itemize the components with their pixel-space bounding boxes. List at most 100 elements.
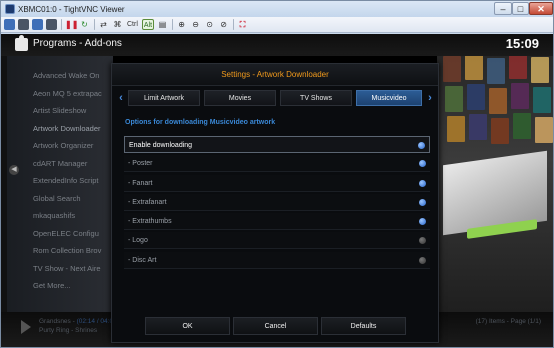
tab-musicvideo[interactable]: Musicvideo <box>356 90 422 106</box>
pause-icon[interactable]: ❚❚ <box>65 19 78 30</box>
option-logo[interactable]: - Logo <box>124 232 430 250</box>
fullscreen-icon[interactable]: ⛶ <box>237 19 248 30</box>
poster-image <box>533 87 551 113</box>
addons-puzzle-icon <box>15 35 28 51</box>
zoom-out-icon[interactable]: ⊖ <box>190 19 201 30</box>
refresh-icon[interactable]: ↻ <box>79 19 90 30</box>
poster-image <box>445 86 463 112</box>
poster-image <box>509 53 527 79</box>
dialog-title: Settings - Artwork Downloader <box>112 64 438 86</box>
poster-image <box>469 114 487 140</box>
list-item[interactable]: Artist Slideshow <box>33 102 113 120</box>
poster-image <box>491 118 509 144</box>
tightvnc-app-icon <box>5 4 15 14</box>
ctrl-alt-del-icon[interactable]: ⌘ <box>112 19 123 30</box>
tab-movies[interactable]: Movies <box>204 90 276 106</box>
list-item[interactable]: mkaquashifs <box>33 207 113 225</box>
radio-on-icon[interactable] <box>419 198 426 206</box>
chevron-left-icon[interactable]: ‹ <box>116 90 126 106</box>
alt-key-button[interactable]: Alt <box>141 19 155 30</box>
poster-image <box>443 56 461 82</box>
minimize-button[interactable]: – <box>494 2 512 15</box>
chevron-right-icon[interactable]: › <box>425 90 435 106</box>
maximize-button[interactable]: □ <box>512 2 529 15</box>
list-item[interactable]: TV Show - Next Aire <box>33 260 113 278</box>
transfer-icon[interactable]: ⇄ <box>98 19 109 30</box>
xbmc-header: Programs - Add-ons 15:09 <box>1 34 553 56</box>
radio-on-icon[interactable] <box>419 218 426 226</box>
defaults-button[interactable]: Defaults <box>321 317 406 335</box>
window-title: XBMC01:0 - TightVNC Viewer <box>18 4 125 14</box>
list-item[interactable]: cdART Manager <box>33 155 113 173</box>
list-item[interactable]: Global Search <box>33 190 113 208</box>
now-playing-line: Grandsnes - (02:14 / 04:03) <box>39 318 119 325</box>
dialog-buttons: OK Cancel Defaults <box>112 317 438 335</box>
option-label: - Extrafanart <box>128 198 167 206</box>
option-label: - Extrathumbs <box>128 218 172 226</box>
toolbar-separator <box>94 19 95 30</box>
option-label: - Poster <box>128 160 153 168</box>
toolbar-separator <box>233 19 235 30</box>
toolbar-separator <box>172 19 174 30</box>
option-disc-art[interactable]: - Disc Art <box>124 251 430 269</box>
vnc-viewer-window: XBMC01:0 - TightVNC Viewer – □ ✕ ❚❚ ↻ ⇄ … <box>0 0 554 348</box>
toolbar-separator <box>61 19 62 30</box>
list-item[interactable]: Aeon MQ 5 extrapac <box>33 85 113 103</box>
options-icon[interactable] <box>32 19 43 30</box>
list-item[interactable]: OpenELEC Configu <box>33 225 113 243</box>
option-poster[interactable]: - Poster <box>124 155 430 173</box>
vnc-toolbar: ❚❚ ↻ ⇄ ⌘ Ctrl Alt ▤ ⊕ ⊖ ⊙ ⊘ ⛶ <box>1 17 553 33</box>
radio-off-icon[interactable] <box>419 237 426 245</box>
list-item[interactable]: ExtendedInfo Script <box>33 172 113 190</box>
option-label: - Fanart <box>128 179 153 187</box>
option-enable-downloading[interactable]: Enable downloading <box>124 136 430 153</box>
tab-limit-artwork[interactable]: Limit Artwork <box>128 90 200 106</box>
items-page-info: (17) Items - Page (1/1) <box>475 318 541 325</box>
tab-tv-shows[interactable]: TV Shows <box>280 90 352 106</box>
new-connection-icon[interactable] <box>4 19 15 30</box>
radio-on-icon[interactable] <box>418 142 425 149</box>
background-right-panel <box>437 34 553 347</box>
now-playing-track: Purty Ring - Shrines <box>39 327 98 334</box>
remote-desktop-screen[interactable]: Programs - Add-ons 15:09 ◀ Advanced Wake… <box>1 34 553 347</box>
poster-image <box>513 113 531 139</box>
play-icon[interactable] <box>21 320 31 334</box>
radio-on-icon[interactable] <box>419 160 426 168</box>
list-item[interactable]: Get More... <box>33 277 113 295</box>
now-playing-artist: Grandsnes - <box>39 318 77 325</box>
settings-dialog: Settings - Artwork Downloader ‹ Limit Ar… <box>111 63 439 343</box>
option-extrathumbs[interactable]: - Extrathumbs <box>124 213 430 231</box>
radio-on-icon[interactable] <box>419 179 426 187</box>
option-fanart[interactable]: - Fanart <box>124 174 430 192</box>
clipboard-icon[interactable]: ▤ <box>157 19 168 30</box>
options-list: Enable downloading - Poster - Fanart - E… <box>124 136 430 271</box>
save-icon[interactable] <box>18 19 29 30</box>
poster-image <box>489 88 507 114</box>
chevron-left-icon[interactable]: ◀ <box>9 165 19 175</box>
list-item[interactable]: Advanced Wake On <box>33 67 113 85</box>
option-label: - Logo <box>128 237 148 245</box>
close-button[interactable]: ✕ <box>529 2 553 15</box>
zoom-fit-icon[interactable]: ⊘ <box>218 19 229 30</box>
poster-image <box>535 117 553 143</box>
zoom-in-icon[interactable]: ⊕ <box>176 19 187 30</box>
option-label: - Disc Art <box>128 256 157 264</box>
option-label: Enable downloading <box>129 142 193 149</box>
poster-image <box>465 54 483 80</box>
poster-image <box>487 58 505 84</box>
list-item[interactable]: Artwork Organizer <box>33 137 113 155</box>
poster-image <box>447 116 465 142</box>
ok-button[interactable]: OK <box>145 317 230 335</box>
cancel-button[interactable]: Cancel <box>233 317 318 335</box>
section-title: Options for downloading Musicvideo artwo… <box>125 119 276 126</box>
list-item[interactable]: Artwork Downloader <box>33 120 113 138</box>
settings-tabs: ‹ Limit Artwork Movies TV Shows Musicvid… <box>116 90 434 106</box>
zoom-100-icon[interactable]: ⊙ <box>204 19 215 30</box>
info-icon[interactable] <box>46 19 57 30</box>
ctrl-key-button[interactable]: Ctrl <box>126 19 139 30</box>
option-extrafanart[interactable]: - Extrafanart <box>124 193 430 211</box>
radio-off-icon[interactable] <box>419 256 426 264</box>
list-item[interactable]: Rom Collection Brov <box>33 242 113 260</box>
poster-image <box>511 83 529 109</box>
window-titlebar[interactable]: XBMC01:0 - TightVNC Viewer – □ ✕ <box>1 1 553 17</box>
